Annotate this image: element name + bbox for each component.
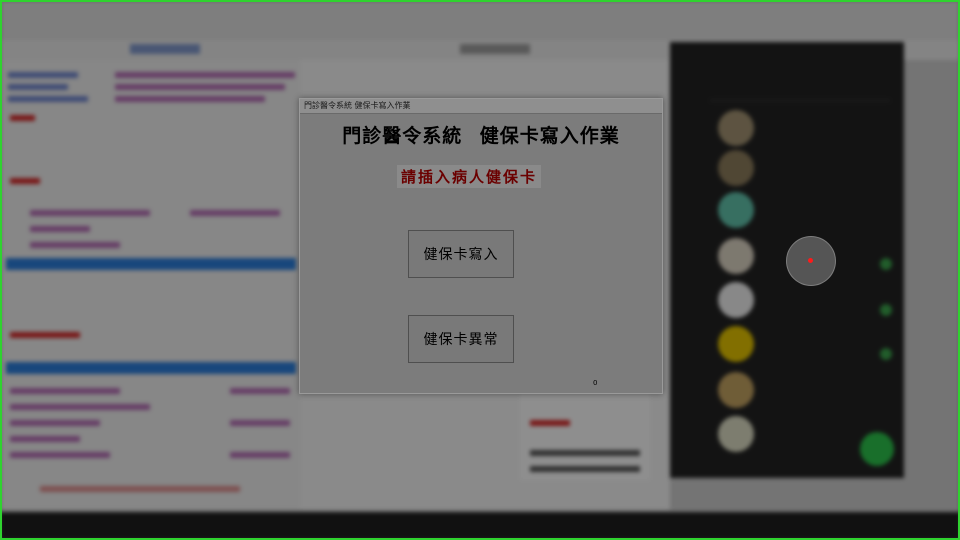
insert-card-prompt: 請插入病人健保卡 [397, 165, 542, 188]
mouse-cursor-indicator [786, 236, 836, 286]
cursor-dot-icon [808, 258, 813, 263]
write-card-button[interactable]: 健保卡寫入 [408, 230, 514, 278]
dialog-heading: 門診醫令系統 健保卡寫入作業 [342, 125, 620, 147]
nhi-card-write-dialog: 門診醫令系統 健保卡寫入作業 門診醫令系統 健保卡寫入作業 請插入病人健保卡 健… [299, 98, 663, 394]
card-error-button[interactable]: 健保卡異常 [408, 315, 514, 363]
status-counter: 0 [593, 379, 598, 387]
dialog-titlebar[interactable]: 門診醫令系統 健保卡寫入作業 [300, 99, 662, 114]
